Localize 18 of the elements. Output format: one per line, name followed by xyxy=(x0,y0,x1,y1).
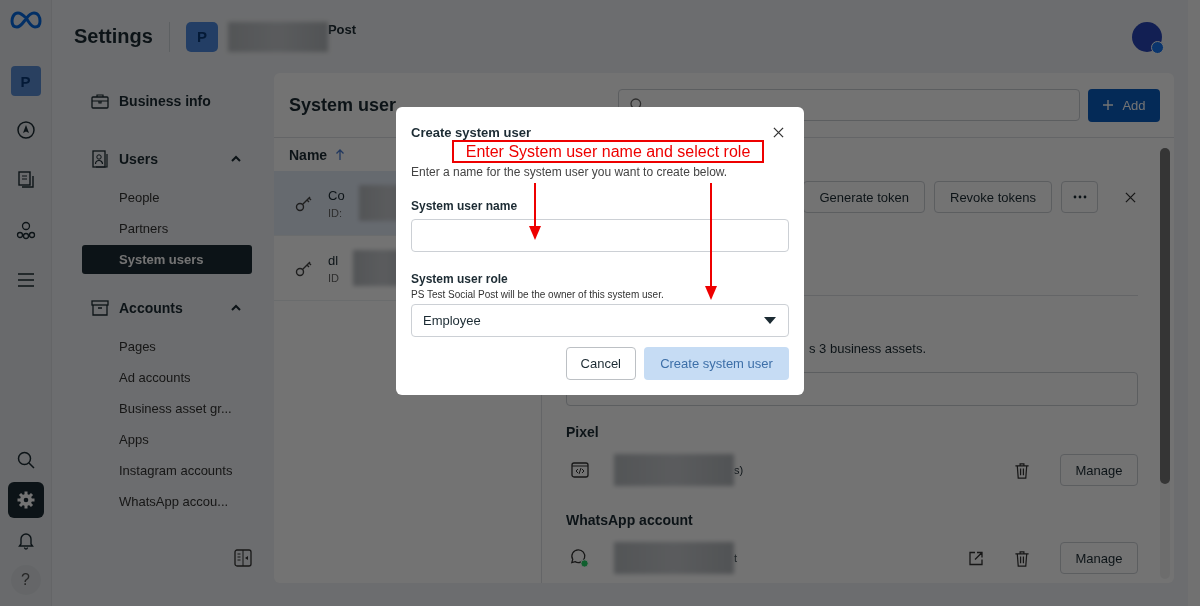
field-label: System user name xyxy=(411,199,519,213)
business-name: Post xyxy=(327,22,357,37)
dialog-description: Enter a name for the system user you want to create below. xyxy=(411,165,729,179)
field-label: System user role xyxy=(411,272,509,286)
user-id: ID xyxy=(328,271,339,284)
field-helper-text: PS Test Social Post will be the owner of this system user. xyxy=(411,289,665,300)
annotation-callout: Enter System user name and select role xyxy=(452,140,764,163)
assets-summary: s 3 business assets. xyxy=(808,341,928,356)
asset-name-fragment: s) xyxy=(734,464,744,476)
user-name: dl xyxy=(328,252,339,268)
page-title: Settings xyxy=(74,25,153,48)
dialog-title: Create system user xyxy=(411,124,531,140)
section-title: Pixel xyxy=(566,424,600,440)
panel-title: System user xyxy=(289,94,397,116)
section-title: WhatsApp account xyxy=(566,512,694,528)
asset-name-fragment: t xyxy=(734,552,738,564)
user-name: Co xyxy=(328,187,345,203)
user-id: ID: xyxy=(328,206,344,219)
